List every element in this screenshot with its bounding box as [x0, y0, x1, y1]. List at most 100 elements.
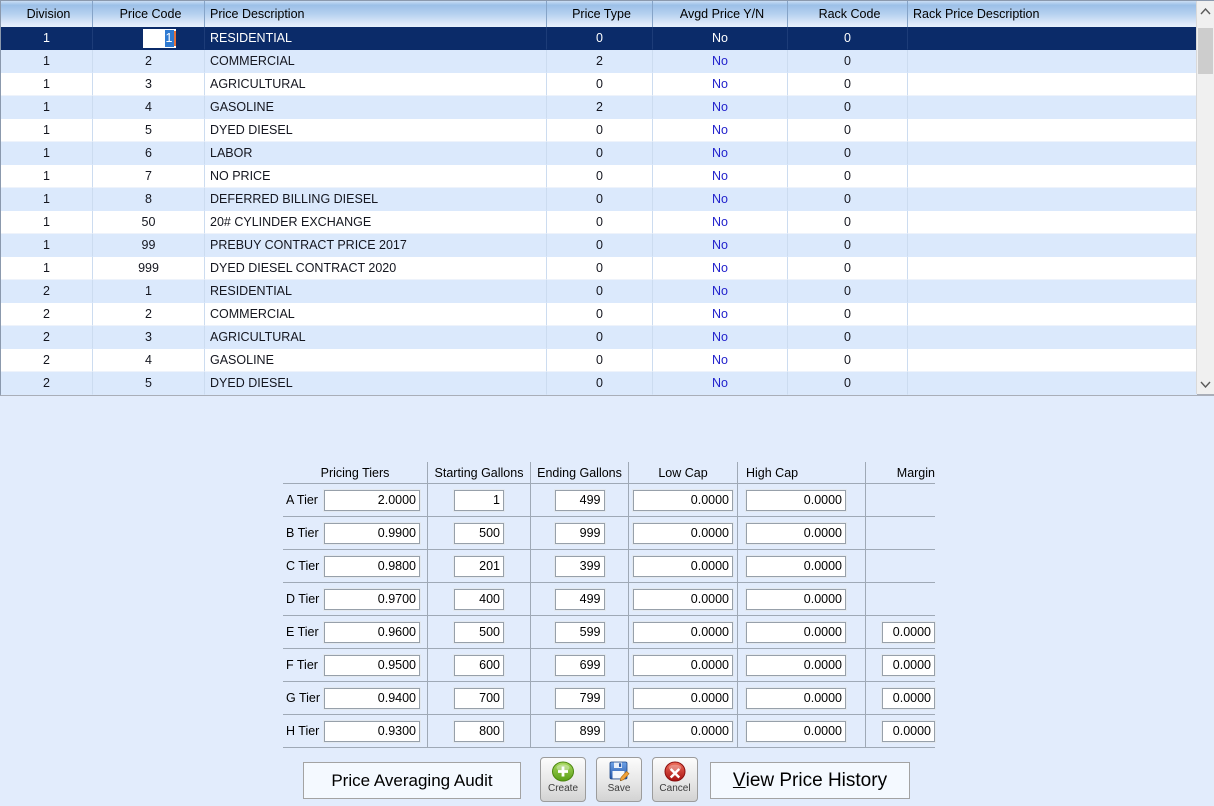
cell-rack-price-description[interactable]	[908, 280, 1197, 303]
cell-price-description[interactable]: DYED DIESEL	[205, 119, 547, 142]
c-tier-high-cap-input[interactable]	[746, 555, 846, 577]
column-header-price-code[interactable]: Price Code	[93, 1, 205, 27]
cell-avgd-price-y-n[interactable]: No	[653, 326, 788, 349]
grid-row[interactable]: 2 5 DYED DIESEL 0 No 0	[1, 372, 1197, 395]
d-tier-high-cap-input[interactable]	[746, 588, 846, 610]
cell-rack-code[interactable]: 0	[788, 50, 908, 73]
cancel-button[interactable]: Cancel	[652, 757, 698, 802]
cell-price-description[interactable]: AGRICULTURAL	[205, 326, 547, 349]
cell-division[interactable]: 2	[1, 303, 93, 326]
grid-row[interactable]: 1 5 DYED DIESEL 0 No 0	[1, 119, 1197, 142]
cell-rack-price-description[interactable]	[908, 142, 1197, 165]
e-tier-high-cap-input[interactable]	[746, 621, 846, 643]
cell-rack-price-description[interactable]	[908, 165, 1197, 188]
cell-rack-code[interactable]: 0	[788, 280, 908, 303]
a-tier-ending-gallons-input[interactable]	[554, 489, 605, 511]
cell-price-code[interactable]: 999	[93, 257, 205, 280]
column-header-avgd-price-y-n[interactable]: Avgd Price Y/N	[653, 1, 788, 27]
f-tier-high-cap-input[interactable]	[746, 654, 846, 676]
a-tier-price-input[interactable]	[324, 489, 420, 511]
b-tier-price-input[interactable]	[324, 522, 420, 544]
h-tier-low-cap-input[interactable]	[633, 720, 733, 742]
cell-avgd-price-y-n[interactable]: No	[653, 165, 788, 188]
cell-price-code[interactable]: 1	[93, 280, 205, 303]
cell-rack-price-description[interactable]	[908, 27, 1197, 50]
cell-price-type[interactable]: 0	[547, 326, 653, 349]
cell-rack-code[interactable]: 0	[788, 27, 908, 50]
a-tier-starting-gallons-input[interactable]	[454, 489, 504, 511]
cell-avgd-price-y-n[interactable]: No	[653, 27, 788, 50]
e-tier-starting-gallons-input[interactable]	[454, 621, 504, 643]
cell-price-description[interactable]: GASOLINE	[205, 96, 547, 119]
cell-rack-code[interactable]: 0	[788, 303, 908, 326]
cell-price-description[interactable]: LABOR	[205, 142, 547, 165]
cell-rack-code[interactable]: 0	[788, 73, 908, 96]
grid-row[interactable]: 1 999 DYED DIESEL CONTRACT 2020 0 No 0	[1, 257, 1197, 280]
a-tier-low-cap-input[interactable]	[633, 489, 733, 511]
cell-rack-price-description[interactable]	[908, 73, 1197, 96]
cell-division[interactable]: 1	[1, 96, 93, 119]
b-tier-starting-gallons-input[interactable]	[454, 522, 504, 544]
create-button[interactable]: Create	[540, 757, 586, 802]
e-tier-low-cap-input[interactable]	[633, 621, 733, 643]
grid-row[interactable]: 1 99 PREBUY CONTRACT PRICE 2017 0 No 0	[1, 234, 1197, 257]
cell-avgd-price-y-n[interactable]: No	[653, 73, 788, 96]
a-tier-high-cap-input[interactable]	[746, 489, 846, 511]
grid-row[interactable]: 1 8 DEFERRED BILLING DIESEL 0 No 0	[1, 188, 1197, 211]
cell-rack-price-description[interactable]	[908, 303, 1197, 326]
cell-price-code[interactable]: 8	[93, 188, 205, 211]
grid-row[interactable]: 2 2 COMMERCIAL 0 No 0	[1, 303, 1197, 326]
cell-price-type[interactable]: 0	[547, 280, 653, 303]
grid-scrollbar[interactable]	[1196, 1, 1214, 394]
cell-rack-code[interactable]: 0	[788, 349, 908, 372]
g-tier-ending-gallons-input[interactable]	[554, 687, 605, 709]
cell-rack-code[interactable]: 0	[788, 165, 908, 188]
inline-cell-editor[interactable]: 1	[142, 28, 176, 48]
cell-price-description[interactable]: RESIDENTIAL	[205, 280, 547, 303]
c-tier-starting-gallons-input[interactable]	[454, 555, 504, 577]
cell-price-type[interactable]: 0	[547, 119, 653, 142]
e-tier-ending-gallons-input[interactable]	[554, 621, 605, 643]
cell-price-description[interactable]: PREBUY CONTRACT PRICE 2017	[205, 234, 547, 257]
f-tier-margin-input[interactable]	[882, 654, 935, 676]
d-tier-ending-gallons-input[interactable]	[554, 588, 605, 610]
cell-rack-price-description[interactable]	[908, 326, 1197, 349]
cell-price-code[interactable]: 7	[93, 165, 205, 188]
g-tier-margin-input[interactable]	[882, 687, 935, 709]
b-tier-high-cap-input[interactable]	[746, 522, 846, 544]
cell-price-code[interactable]: 5	[93, 372, 205, 395]
cell-avgd-price-y-n[interactable]: No	[653, 96, 788, 119]
cell-price-description[interactable]: COMMERCIAL	[205, 303, 547, 326]
cell-rack-price-description[interactable]	[908, 257, 1197, 280]
save-button[interactable]: Save	[596, 757, 642, 802]
cell-avgd-price-y-n[interactable]: No	[653, 349, 788, 372]
h-tier-price-input[interactable]	[324, 720, 420, 742]
cell-price-description[interactable]: AGRICULTURAL	[205, 73, 547, 96]
cell-division[interactable]: 1	[1, 257, 93, 280]
grid-row[interactable]: 1 7 NO PRICE 0 No 0	[1, 165, 1197, 188]
h-tier-ending-gallons-input[interactable]	[554, 720, 605, 742]
cell-rack-price-description[interactable]	[908, 211, 1197, 234]
cell-rack-code[interactable]: 0	[788, 234, 908, 257]
cell-rack-price-description[interactable]	[908, 96, 1197, 119]
e-tier-margin-input[interactable]	[882, 621, 935, 643]
cell-rack-code[interactable]: 0	[788, 142, 908, 165]
cell-avgd-price-y-n[interactable]: No	[653, 50, 788, 73]
column-header-rack-code[interactable]: Rack Code	[788, 1, 908, 27]
cell-division[interactable]: 2	[1, 280, 93, 303]
column-header-price-type[interactable]: Price Type	[547, 1, 653, 27]
d-tier-starting-gallons-input[interactable]	[454, 588, 504, 610]
cell-avgd-price-y-n[interactable]: No	[653, 303, 788, 326]
e-tier-price-input[interactable]	[324, 621, 420, 643]
h-tier-starting-gallons-input[interactable]	[454, 720, 504, 742]
cell-division[interactable]: 1	[1, 234, 93, 257]
cell-price-type[interactable]: 0	[547, 165, 653, 188]
cell-division[interactable]: 1	[1, 188, 93, 211]
cell-division[interactable]: 1	[1, 27, 93, 50]
cell-price-type[interactable]: 0	[547, 257, 653, 280]
cell-price-description[interactable]: DYED DIESEL	[205, 372, 547, 395]
cell-price-type[interactable]: 0	[547, 188, 653, 211]
grid-row[interactable]: 2 1 RESIDENTIAL 0 No 0	[1, 280, 1197, 303]
cell-price-description[interactable]: NO PRICE	[205, 165, 547, 188]
grid-row[interactable]: 2 4 GASOLINE 0 No 0	[1, 349, 1197, 372]
